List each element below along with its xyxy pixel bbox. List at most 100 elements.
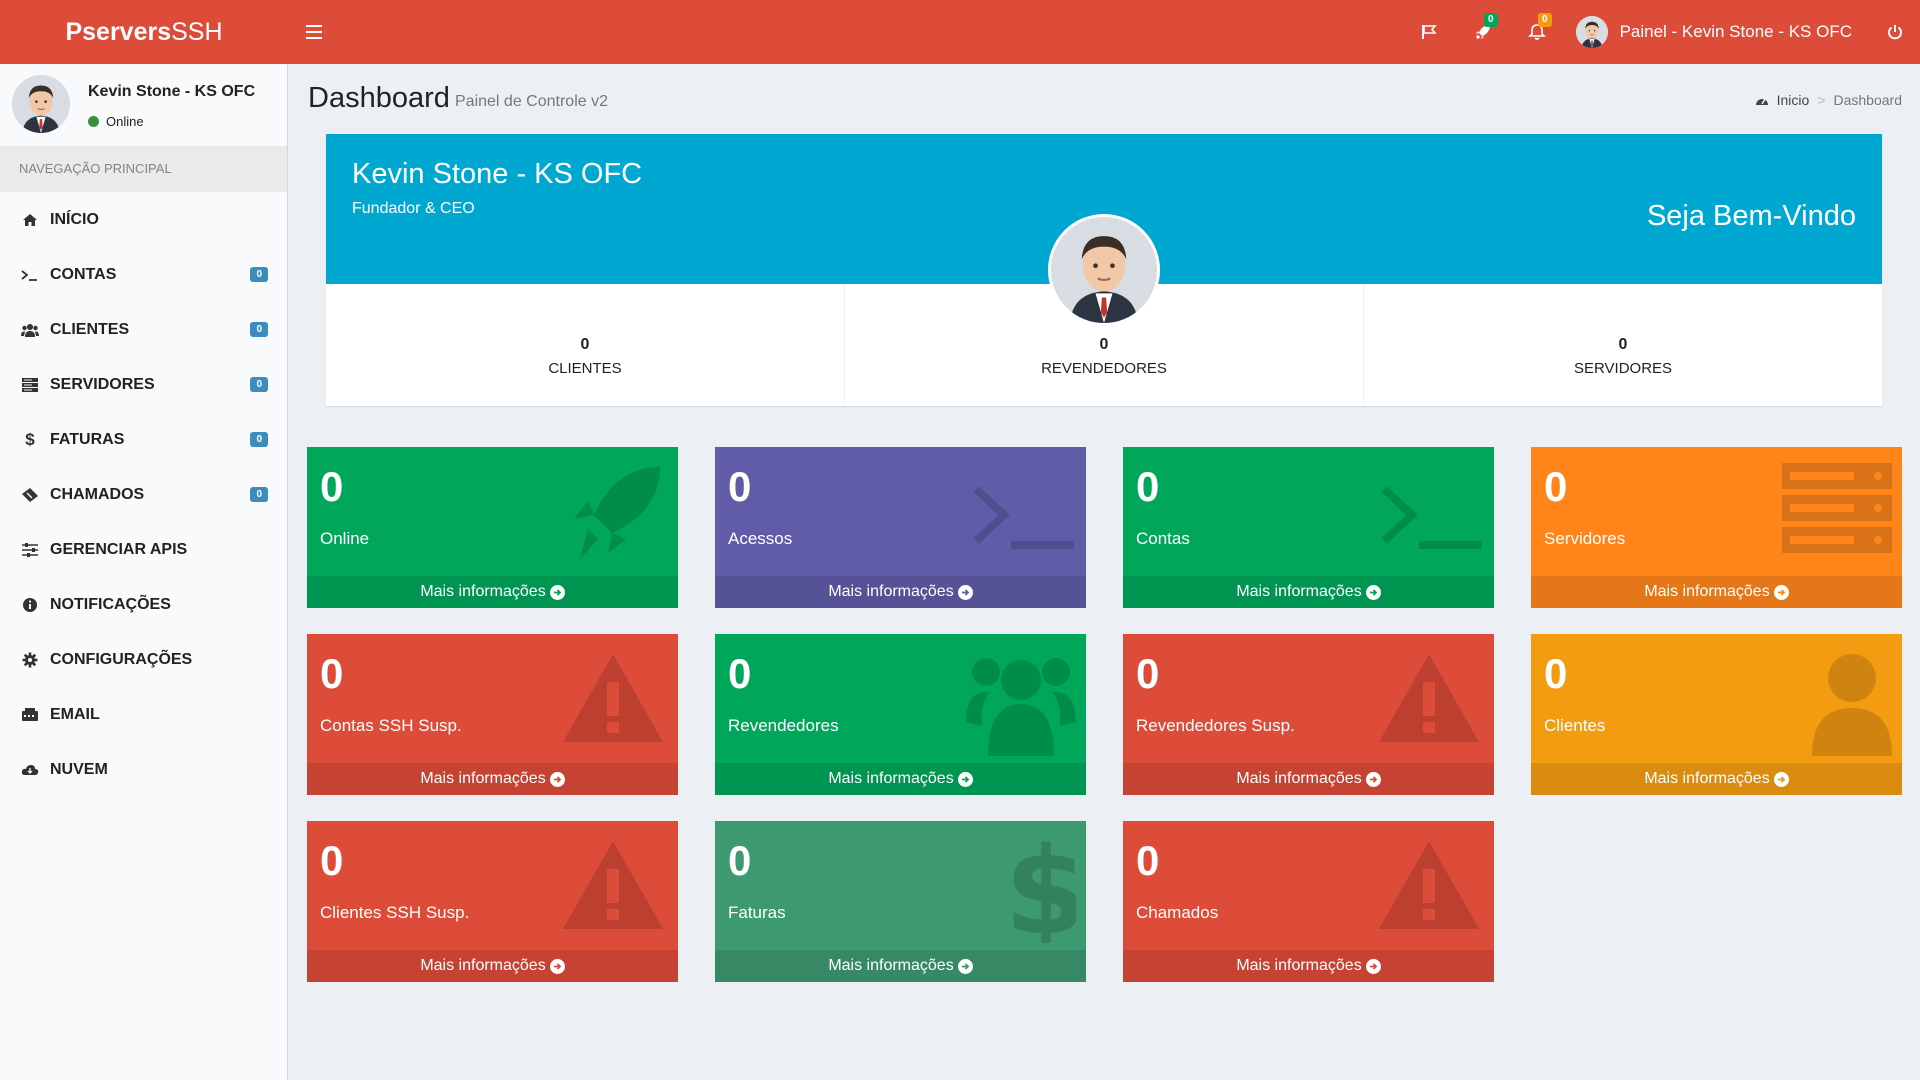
more-info-label: Mais informações [1236, 770, 1362, 787]
sidebar-item-notificacoes[interactable]: NOTIFICAÇÕES [0, 577, 287, 632]
sidebar-item-chamados[interactable]: CHAMADOS 0 [0, 467, 287, 522]
status-dot-icon [88, 116, 99, 127]
box-value: 0 [1136, 650, 1160, 697]
user-status: Online [88, 114, 144, 129]
more-info-link[interactable]: Mais informações [1123, 950, 1494, 982]
sidebar-item-gerenciar-apis[interactable]: GERENCIAR APIS [0, 522, 287, 577]
avatar [1575, 16, 1608, 48]
ticket-icon [20, 485, 40, 505]
user-widget: Kevin Stone - KS OFC Fundador & CEO Seja… [326, 134, 1882, 406]
sidebar-toggle-button[interactable] [300, 18, 328, 46]
more-info-link[interactable]: Mais informações [307, 950, 678, 982]
sidebar-item-faturas[interactable]: $ FATURAS 0 [0, 412, 287, 467]
more-info-label: Mais informações [1644, 583, 1770, 600]
dollar-icon: $ [25, 429, 35, 449]
menu-icon [306, 25, 322, 27]
widget-stats: 0 CLIENTES 0 REVENDEDORES 0 SERVIDORES [326, 284, 1882, 406]
box-label: Online [320, 529, 370, 548]
more-info-link[interactable]: Mais informações [715, 763, 1086, 795]
stat-label: REVENDEDORES [1041, 359, 1167, 377]
warning-icon [1379, 841, 1479, 929]
stat-value: 0 [1618, 335, 1628, 353]
tasks-button[interactable]: 0 [1456, 0, 1510, 64]
sidebar-item-email[interactable]: EMAIL [0, 687, 287, 742]
sidebar-item-label: FATURAS [50, 430, 125, 448]
more-info-link[interactable]: Mais informações [1123, 576, 1494, 608]
box-value: 0 [728, 650, 752, 697]
box-label: Contas [1136, 529, 1190, 548]
box-revendedores: 0 Revendedores Mais informações [715, 634, 1086, 795]
more-info-label: Mais informações [828, 957, 954, 974]
arrow-circle-right-icon [1773, 771, 1789, 787]
server-icon [20, 375, 40, 395]
breadcrumb-separator: > [1817, 92, 1826, 108]
box-clientes-ssh-susp: 0 Clientes SSH Susp. Mais informações [307, 821, 678, 982]
more-info-link[interactable]: Mais informações [1531, 763, 1902, 795]
box-revendedores-susp: 0 Revendedores Susp. Mais informações [1123, 634, 1494, 795]
logo-bold: Pservers [65, 18, 172, 46]
flag-button[interactable] [1402, 0, 1456, 64]
box-online: 0 Online Mais informações [307, 447, 678, 608]
box-acessos: 0 Acessos Mais informações [715, 447, 1086, 608]
sidebar-user-name: Kevin Stone - KS OFC [88, 83, 256, 100]
dollar-icon: $ [1004, 833, 1076, 943]
app-logo[interactable]: PserversSSH [0, 0, 288, 64]
arrow-circle-right-icon [1365, 771, 1381, 787]
stat-value: 0 [580, 335, 590, 353]
page-title: Dashboard [308, 82, 450, 114]
more-info-label: Mais informações [1236, 957, 1362, 974]
cloud-icon [20, 760, 40, 780]
flag-icon [1421, 25, 1437, 39]
more-info-link[interactable]: Mais informações [1531, 576, 1902, 608]
home-icon [20, 210, 40, 230]
box-label: Clientes [1544, 716, 1606, 735]
stat-value: 0 [1099, 335, 1109, 353]
user-menu-label: Painel - Kevin Stone - KS OFC [1619, 22, 1852, 41]
box-label: Chamados [1136, 903, 1219, 922]
tasks-badge: 0 [1484, 13, 1498, 27]
widget-user-name: Kevin Stone - KS OFC [352, 158, 643, 190]
sidebar-item-configuracoes[interactable]: CONFIGURAÇÕES [0, 632, 287, 687]
widget-user-role: Fundador & CEO [352, 200, 475, 217]
more-info-label: Mais informações [1236, 583, 1362, 600]
more-info-link[interactable]: Mais informações [715, 950, 1086, 982]
more-info-link[interactable]: Mais informações [307, 576, 678, 608]
more-info-link[interactable]: Mais informações [715, 576, 1086, 608]
box-servidores: 0 Servidores Mais informações [1531, 447, 1902, 608]
sidebar-item-contas[interactable]: CONTAS 0 [0, 247, 287, 302]
breadcrumb-home-link[interactable]: Inicio [1777, 92, 1810, 108]
box-value: 0 [1136, 837, 1160, 884]
sidebar-item-label: NUVEM [50, 760, 108, 778]
arrow-circle-right-icon [1365, 584, 1381, 600]
page-subtitle: Painel de Controle v2 [455, 93, 608, 110]
box-clientes: 0 Clientes Mais informações [1531, 634, 1902, 795]
count-badge: 0 [250, 322, 268, 337]
box-value: 0 [320, 837, 344, 884]
sidebar-item-servidores[interactable]: SERVIDORES 0 [0, 357, 287, 412]
logo-light: SSH [171, 18, 223, 46]
sidebar-item-clientes[interactable]: CLIENTES 0 [0, 302, 287, 357]
box-label: Revendedores Susp. [1136, 716, 1295, 735]
notifications-button[interactable]: 0 [1510, 0, 1564, 64]
breadcrumb-current: Dashboard [1833, 92, 1903, 108]
box-contas-ssh-susp: 0 Contas SSH Susp. Mais informações [307, 634, 678, 795]
terminal-icon [973, 486, 1074, 549]
navbar-right: 0 0 Painel - Kevin Stone - KS OFC [1402, 0, 1920, 64]
arrow-circle-right-icon [1365, 958, 1381, 974]
box-label: Contas SSH Susp. [320, 716, 462, 735]
users-icon [20, 320, 40, 340]
box-label: Clientes SSH Susp. [320, 903, 470, 922]
more-info-link[interactable]: Mais informações [1123, 763, 1494, 795]
more-info-link[interactable]: Mais informações [307, 763, 678, 795]
stat-clientes: 0 CLIENTES [326, 284, 844, 406]
sliders-icon [20, 540, 40, 560]
box-value: 0 [1544, 650, 1568, 697]
sidebar-item-inicio[interactable]: INÍCIO [0, 192, 287, 247]
more-info-label: Mais informações [420, 957, 546, 974]
arrow-circle-right-icon [549, 958, 565, 974]
logout-button[interactable] [1870, 0, 1920, 64]
sidebar-item-label: CONFIGURAÇÕES [50, 650, 193, 668]
count-badge: 0 [250, 377, 268, 392]
user-menu[interactable]: Painel - Kevin Stone - KS OFC [1564, 0, 1870, 64]
sidebar-item-nuvem[interactable]: NUVEM [0, 742, 287, 797]
